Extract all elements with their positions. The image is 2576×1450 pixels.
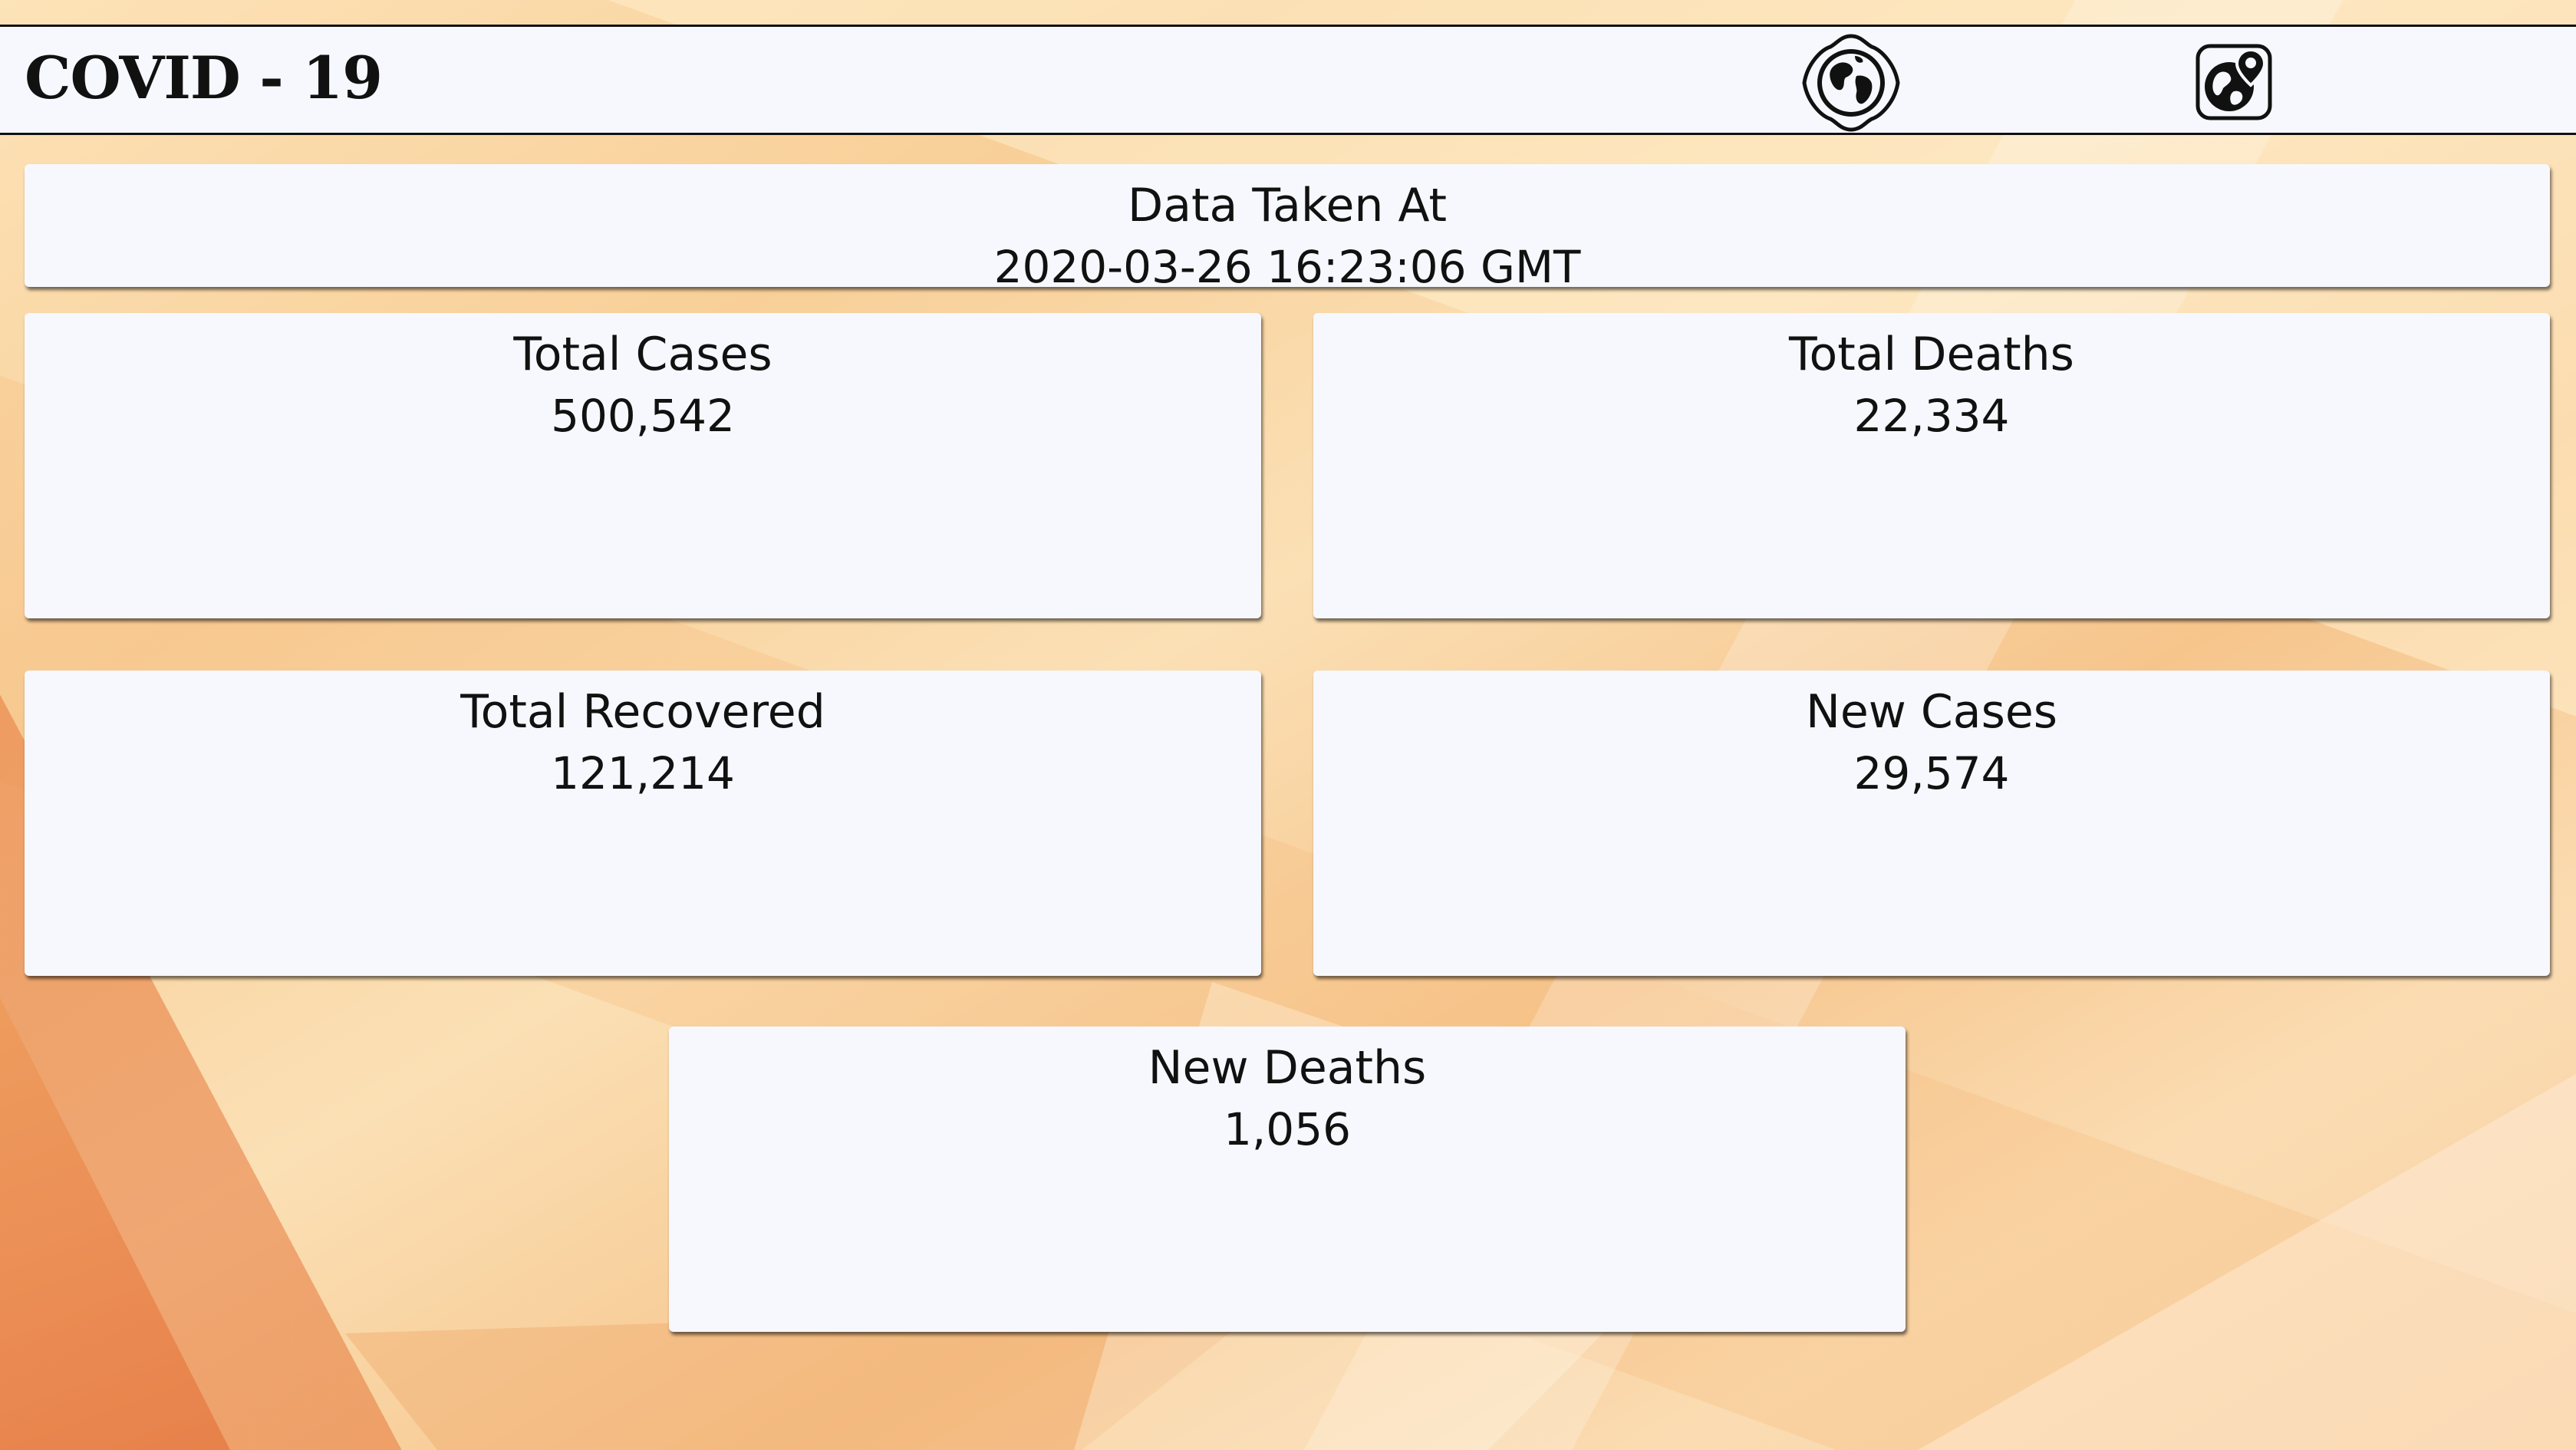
new-deaths-label: New Deaths — [1148, 1041, 1427, 1095]
data-timestamp-card: Data Taken At 2020-03-26 16:23:06 GMT — [25, 164, 2550, 293]
total-cases-card: Total Cases 500,542 — [25, 313, 1261, 618]
total-recovered-value: 121,214 — [551, 747, 735, 799]
new-cases-label: New Cases — [1805, 685, 2058, 739]
total-deaths-value: 22,334 — [1853, 390, 2010, 442]
total-cases-label: Total Cases — [513, 328, 772, 381]
total-deaths-label: Total Deaths — [1789, 328, 2074, 381]
new-deaths-value: 1,056 — [1223, 1103, 1352, 1155]
total-deaths-card: Total Deaths 22,334 — [1313, 313, 2550, 618]
world-globe-icon[interactable] — [1801, 33, 1901, 133]
new-deaths-card: New Deaths 1,056 — [669, 1027, 1906, 1332]
app-header: COVID - 19 — [0, 25, 2576, 135]
timestamp-value: 2020-03-26 16:23:06 GMT — [993, 241, 1581, 293]
new-cases-card: New Cases 29,574 — [1313, 671, 2550, 976]
map-location-icon[interactable] — [2196, 44, 2272, 120]
timestamp-label: Data Taken At — [1128, 179, 1447, 232]
background-shard — [0, 997, 230, 1450]
total-recovered-card: Total Recovered 121,214 — [25, 671, 1261, 976]
total-cases-value: 500,542 — [551, 390, 735, 442]
app-title: COVID - 19 — [25, 44, 383, 112]
new-cases-value: 29,574 — [1853, 747, 2010, 799]
total-recovered-label: Total Recovered — [460, 685, 825, 739]
background-shard — [1918, 1074, 2576, 1450]
